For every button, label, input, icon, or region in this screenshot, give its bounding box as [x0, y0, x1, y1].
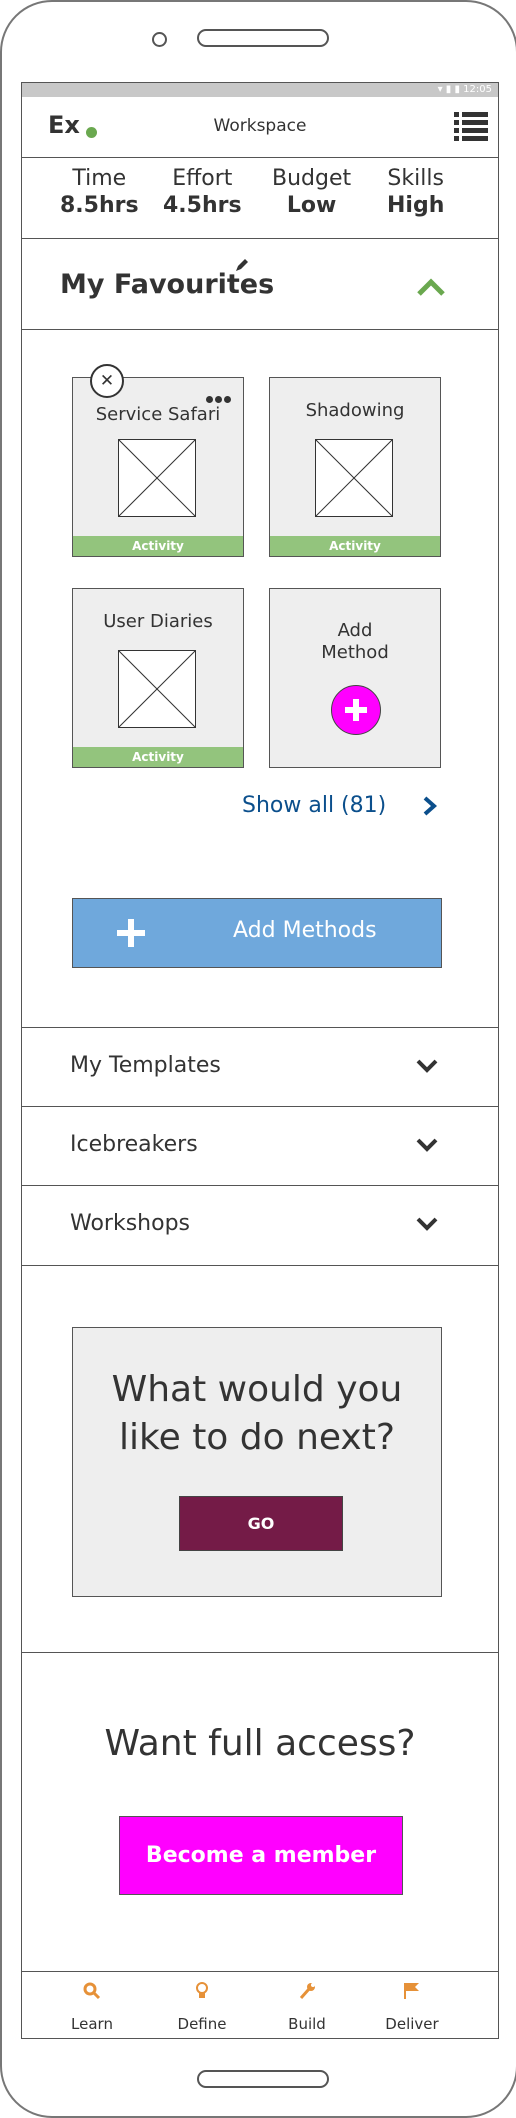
card-title: Shadowing	[305, 400, 405, 421]
section-label: My Templates	[70, 1053, 221, 1078]
activity-tag: Activity	[73, 536, 243, 556]
tab-label: Build	[288, 2015, 326, 2033]
image-placeholder-icon	[118, 439, 196, 517]
plus-icon	[117, 919, 145, 947]
tab-build[interactable]: Build	[257, 1980, 357, 2033]
stats-bar: Time 8.5hrs Effort 4.5hrs Budget Low Ski…	[22, 158, 498, 239]
activity-tag: Activity	[270, 536, 440, 556]
wrench-icon	[299, 1983, 315, 1999]
list-menu-icon[interactable]	[454, 112, 488, 142]
favourites-title: My Favourites	[60, 269, 275, 300]
tab-label: Deliver	[385, 2015, 439, 2033]
go-button[interactable]: GO	[179, 1496, 343, 1551]
chevron-down-icon[interactable]	[416, 1137, 438, 1153]
stat-value: 8.5hrs	[60, 193, 139, 218]
chevron-up-icon[interactable]	[416, 277, 446, 297]
stat-label: Budget	[272, 166, 352, 191]
next-line1: What would you	[111, 1369, 403, 1410]
add-method-card[interactable]: Add Method	[269, 588, 441, 768]
app-header: Ex Workspace	[22, 97, 498, 158]
card-title: Service Safari	[95, 404, 221, 425]
section-label: Icebreakers	[70, 1132, 198, 1157]
status-bar: ▾ ▮ ▮ 12:05	[22, 83, 498, 97]
tab-learn[interactable]: Learn	[42, 1980, 142, 2033]
lightbulb-icon	[196, 1982, 208, 1998]
page-title: Workspace	[213, 116, 307, 136]
status-time: 12:05	[463, 84, 492, 95]
bottom-tab-bar: Learn Define Build Deliver	[22, 1971, 498, 2038]
close-icon[interactable]: ✕	[90, 364, 124, 398]
home-button[interactable]	[197, 2070, 329, 2088]
access-heading: Want full access?	[104, 1723, 416, 1764]
section-my-templates[interactable]: My Templates	[22, 1027, 498, 1107]
favourites-panel: ✕ Service Safari Activity Shadowing Acti…	[22, 328, 498, 1028]
stat-label: Skills	[387, 166, 444, 191]
method-card-service-safari[interactable]: ✕ Service Safari Activity	[72, 364, 244, 557]
method-card-user-diaries[interactable]: User Diaries Activity	[72, 588, 244, 768]
speaker-grille	[197, 29, 329, 47]
stat-label: Time	[72, 166, 127, 191]
tab-deliver[interactable]: Deliver	[362, 1980, 462, 2033]
stat-value: 4.5hrs	[163, 193, 242, 218]
section-workshops[interactable]: Workshops	[22, 1185, 498, 1266]
add-method-line2: Method	[321, 642, 389, 663]
add-method-label: Add Method	[270, 620, 440, 664]
card-title: User Diaries	[103, 611, 213, 632]
status-icons: ▾ ▮ ▮	[437, 84, 464, 95]
chevron-down-icon[interactable]	[416, 1058, 438, 1074]
plus-icon[interactable]	[331, 685, 381, 735]
next-action-heading: What would you like to do next?	[73, 1366, 441, 1462]
image-placeholder-icon	[118, 650, 196, 728]
tab-label: Learn	[71, 2015, 113, 2033]
chevron-right-icon[interactable]	[422, 795, 438, 817]
section-icebreakers[interactable]: Icebreakers	[22, 1106, 498, 1186]
chevron-down-icon[interactable]	[416, 1216, 438, 1232]
add-method-line1: Add	[337, 620, 373, 641]
method-card-shadowing[interactable]: Shadowing Activity	[269, 377, 441, 557]
stat-skills: Skills High	[387, 166, 444, 218]
image-placeholder-icon	[315, 439, 393, 517]
next-line2: like to do next?	[119, 1417, 395, 1458]
search-icon	[83, 1982, 101, 2000]
stat-label: Effort	[172, 166, 233, 191]
stat-value: Low	[286, 193, 337, 218]
pencil-icon[interactable]	[234, 257, 250, 273]
divider	[22, 1652, 498, 1653]
tab-label: Define	[177, 2015, 227, 2033]
add-methods-button[interactable]: Add Methods	[72, 898, 442, 968]
tab-define[interactable]: Define	[152, 1980, 252, 2033]
phone-frame: ▾ ▮ ▮ 12:05 Ex Workspace Time 8.5hrs Eff…	[0, 0, 516, 2118]
stat-time: Time 8.5hrs	[60, 166, 139, 218]
add-methods-label: Add Methods	[233, 918, 377, 943]
show-all-link[interactable]: Show all (81)	[242, 793, 386, 818]
favourites-header[interactable]: My Favourites	[22, 239, 498, 330]
camera-dot	[152, 32, 167, 47]
flag-icon	[404, 1983, 419, 1999]
become-member-button[interactable]: Become a member	[119, 1816, 403, 1895]
section-label: Workshops	[70, 1211, 191, 1236]
stat-value: High	[387, 193, 445, 218]
activity-tag: Activity	[73, 747, 243, 767]
next-action-panel: What would you like to do next? GO	[72, 1327, 442, 1597]
screen: ▾ ▮ ▮ 12:05 Ex Workspace Time 8.5hrs Eff…	[21, 82, 499, 2039]
stat-budget: Budget Low	[272, 166, 351, 218]
stat-effort: Effort 4.5hrs	[163, 166, 242, 218]
